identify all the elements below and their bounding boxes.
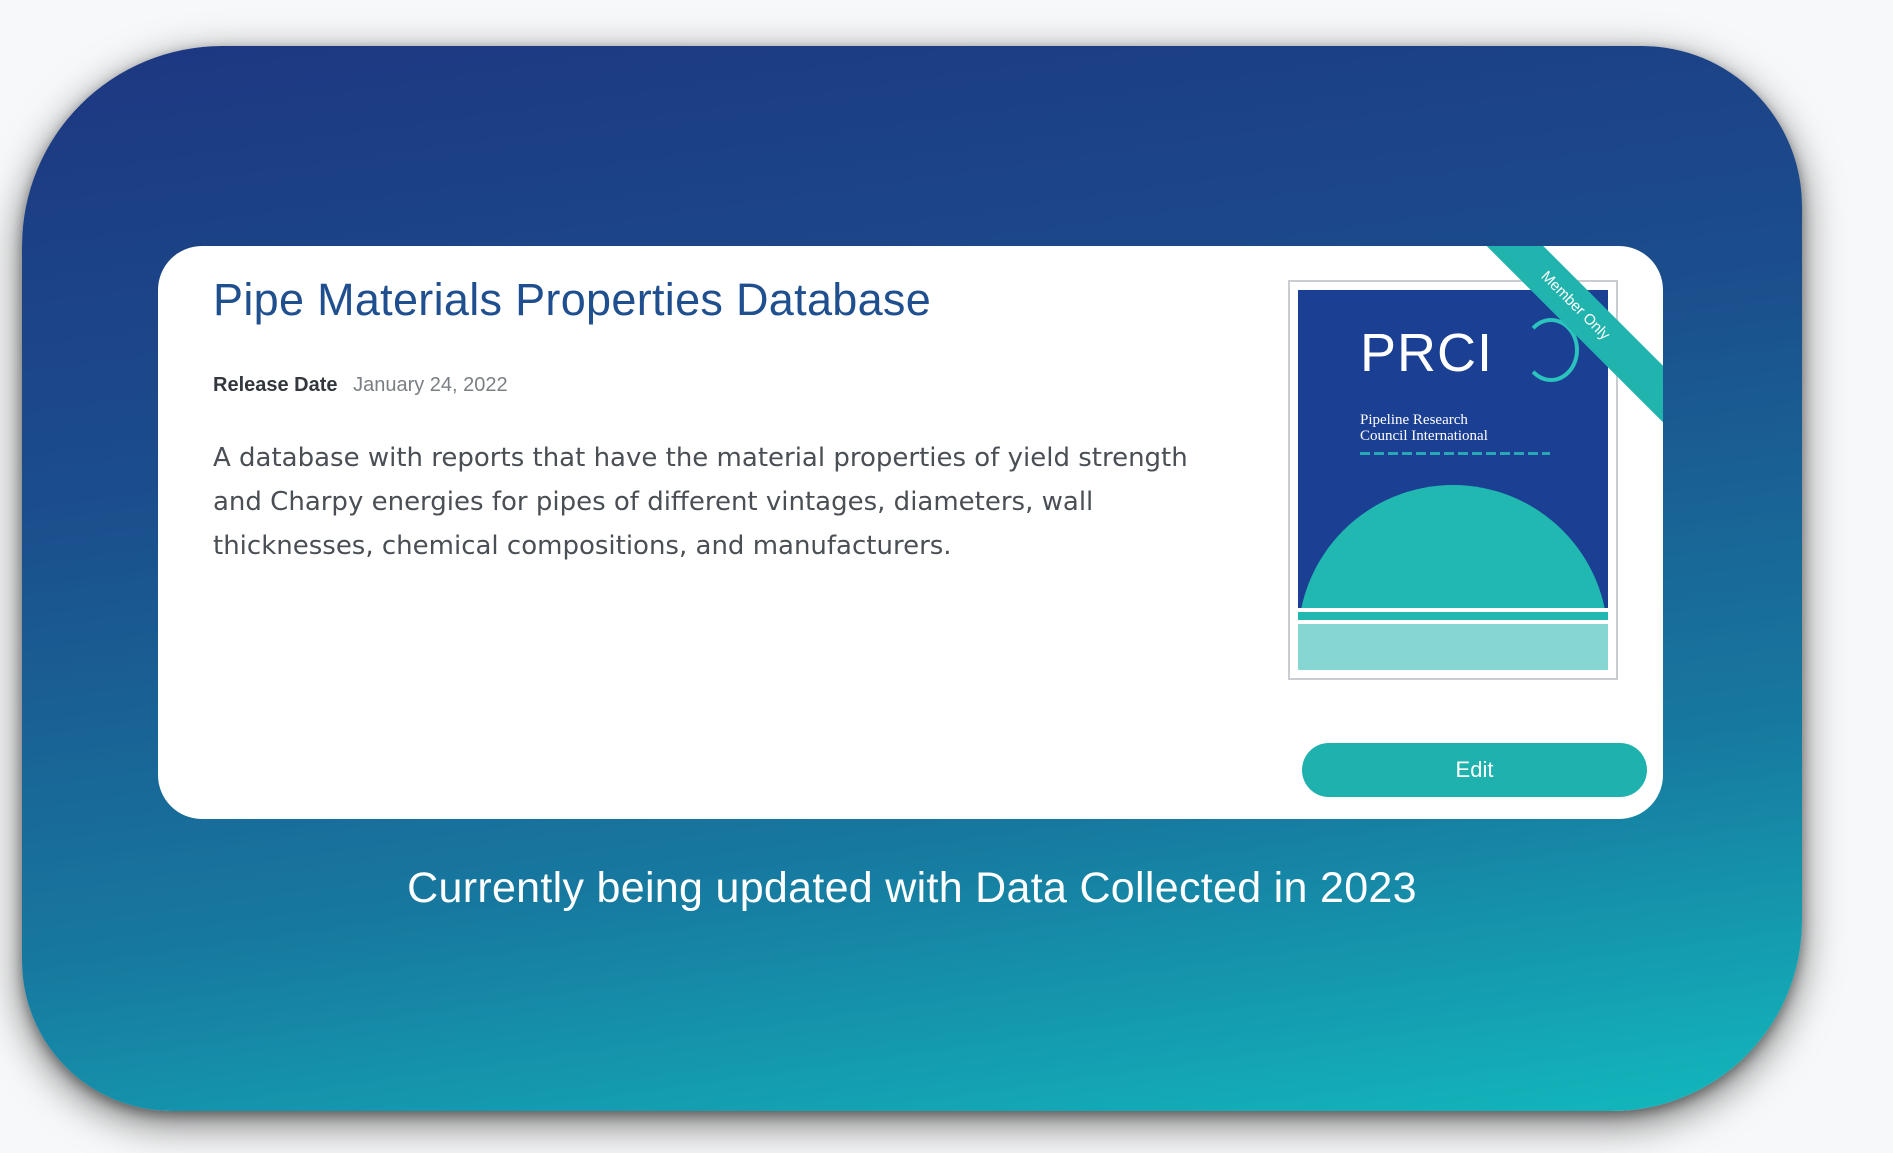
release-date-row: Release Date January 24, 2022 — [213, 374, 508, 397]
card-description: A database with reports that have the ma… — [213, 443, 1188, 561]
screenshot-stage: Pipe Materials Properties Database Relea… — [0, 0, 1893, 1153]
gradient-panel: Pipe Materials Properties Database Relea… — [22, 46, 1802, 1111]
cover-thumbnail[interactable]: PRCI Pipeline Research Council Internati… — [1288, 280, 1618, 680]
cover-band-strip — [1298, 612, 1608, 620]
cover-tagline-line — [1360, 452, 1550, 455]
card-title[interactable]: Pipe Materials Properties Database — [213, 274, 931, 326]
release-date-label: Release Date — [213, 374, 338, 396]
database-card: Pipe Materials Properties Database Relea… — [158, 246, 1663, 819]
prci-logo: PRCI — [1360, 323, 1494, 383]
cover-org-name: Pipeline Research Council International — [1360, 412, 1488, 444]
cover-band-fill — [1298, 624, 1608, 670]
edit-button[interactable]: Edit — [1302, 743, 1647, 797]
update-notice: Currently being updated with Data Collec… — [407, 864, 1417, 912]
release-date-value: January 24, 2022 — [353, 374, 508, 396]
cover-image: PRCI Pipeline Research Council Internati… — [1298, 290, 1608, 670]
cover-bottom-band — [1298, 608, 1608, 670]
